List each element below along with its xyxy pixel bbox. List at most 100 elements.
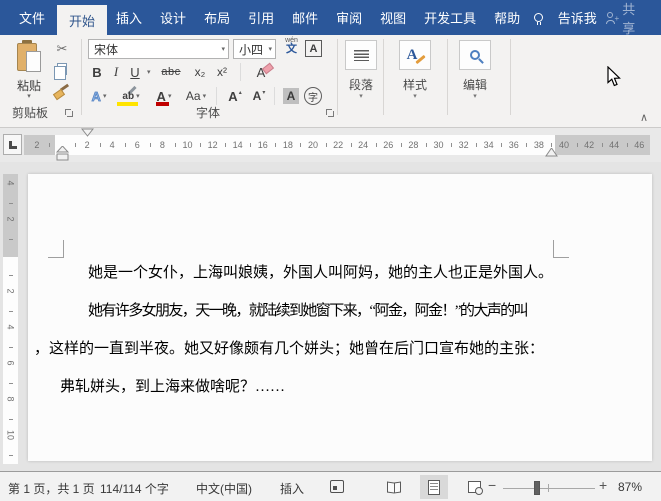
- share-button[interactable]: + 共享: [605, 0, 661, 36]
- document-text-line: 弗轧姘头，到上海来做啥呢？……: [60, 379, 286, 395]
- tab-view[interactable]: 视图: [371, 0, 415, 35]
- tab-references[interactable]: 引用: [239, 0, 283, 35]
- ruler-tick: [400, 143, 402, 147]
- paragraph-lines-icon: [353, 49, 369, 61]
- chevron-down-icon: ▾: [167, 93, 172, 100]
- ruler-number: 10: [182, 140, 193, 150]
- tab-review[interactable]: 审阅: [327, 0, 371, 35]
- zoom-level[interactable]: 87%: [618, 480, 642, 494]
- zoom-out-button[interactable]: −: [488, 477, 496, 493]
- phonetic-hanzi: 文: [286, 43, 297, 55]
- page-number-status[interactable]: 第 1 页，共 1 页: [8, 480, 95, 497]
- editing-button[interactable]: [459, 40, 491, 70]
- phonetic-guide-button[interactable]: wén 文: [281, 37, 302, 61]
- ruler-tick: [9, 383, 13, 384]
- status-bar: 第 1 页，共 1 页 114/114 个字 中文(中国) 插入 − + 87%: [0, 471, 661, 501]
- paragraph-dropdown-arrow[interactable]: ▾: [333, 92, 389, 100]
- tab-help[interactable]: 帮助: [485, 0, 529, 35]
- ruler-tick: [49, 143, 51, 147]
- editing-dropdown-arrow[interactable]: ▾: [447, 92, 503, 100]
- character-shading-button[interactable]: A: [282, 86, 300, 106]
- ruler-number: 18: [282, 140, 293, 150]
- subscript-button[interactable]: x₂: [190, 62, 210, 82]
- paragraph-button[interactable]: [345, 40, 377, 70]
- ruler-tick: [124, 143, 126, 147]
- styles-dropdown-arrow[interactable]: ▾: [387, 92, 443, 100]
- text-highlight-button[interactable]: ab ▾: [114, 85, 148, 106]
- collapse-ribbon-button[interactable]: ∧: [634, 111, 654, 124]
- zoom-slider-track[interactable]: [503, 488, 595, 489]
- zoom-slider-center-notch: [548, 484, 549, 492]
- ruler-tick: [74, 143, 76, 147]
- paste-dropdown-arrow[interactable]: ▾: [6, 92, 52, 100]
- shrink-font-button[interactable]: A ▾: [248, 86, 270, 106]
- cut-button[interactable]: ✂: [52, 40, 72, 58]
- underline-button[interactable]: U: [126, 62, 144, 82]
- copy-button[interactable]: [52, 60, 72, 80]
- font-dialog-launcher[interactable]: [325, 108, 335, 118]
- ruler-number: 30: [433, 140, 444, 150]
- ruler-number: 16: [257, 140, 268, 150]
- clipboard-dialog-launcher[interactable]: [64, 108, 74, 118]
- tab-stop-selector[interactable]: [3, 134, 22, 155]
- ruler-tick: [375, 143, 377, 147]
- tab-insert[interactable]: 插入: [107, 0, 151, 35]
- font-size-combo[interactable]: 小四 ▾: [233, 39, 276, 59]
- ruler-number: 40: [558, 140, 569, 150]
- underline-dropdown-arrow[interactable]: ▾: [147, 68, 151, 76]
- print-layout-button[interactable]: [420, 475, 448, 499]
- ruler-tick: [200, 143, 202, 147]
- italic-button[interactable]: I: [108, 62, 124, 82]
- clear-formatting-button[interactable]: A: [250, 62, 280, 82]
- lightbulb-icon: [529, 0, 549, 35]
- word-count-status[interactable]: 114/114 个字: [100, 480, 169, 497]
- text-effects-button[interactable]: A ▾: [87, 86, 111, 106]
- web-layout-button[interactable]: [460, 475, 488, 499]
- tab-home[interactable]: 开始: [57, 5, 108, 35]
- format-painter-button[interactable]: [52, 82, 72, 100]
- zoom-slider-thumb[interactable]: [534, 481, 540, 495]
- ruler-number: 26: [383, 140, 394, 150]
- left-indent-marker[interactable]: [56, 146, 69, 161]
- character-border-button[interactable]: A: [305, 40, 322, 57]
- ruler-row: 2 2 4 6 8 10 12 14 16 18 20 22 24 26 28 30 32 34 36 38 40 42 4…: [0, 128, 661, 162]
- insert-mode-status[interactable]: 插入: [280, 480, 304, 497]
- strikethrough-button[interactable]: abc: [156, 62, 186, 82]
- change-case-button[interactable]: Aa ▾: [180, 86, 212, 106]
- tab-design[interactable]: 设计: [151, 0, 195, 35]
- superscript-button[interactable]: x²: [212, 62, 232, 82]
- ruler-number: 24: [358, 140, 369, 150]
- ruler-number: 2: [5, 216, 16, 222]
- ruler-number: 6: [134, 140, 140, 150]
- bold-button[interactable]: B: [88, 62, 106, 82]
- ruler-tick: [451, 143, 453, 147]
- font-color-button[interactable]: A ▾: [152, 86, 176, 106]
- document-page[interactable]: 她是一个女仆，上海叫娘姨，外国人叫阿妈，她的主人也正是外国人。 她有许多女朋友，…: [28, 174, 652, 461]
- ruler-number: 8: [5, 396, 16, 402]
- ruler-number: 44: [609, 140, 620, 150]
- ruler-number: 4: [109, 140, 115, 150]
- font-name-combo[interactable]: 宋体 ▾: [88, 39, 229, 59]
- grow-font-button[interactable]: A ▴: [224, 86, 246, 106]
- page-icon: [428, 479, 440, 495]
- zoom-in-button[interactable]: +: [599, 477, 607, 493]
- tell-me-button[interactable]: 告诉我: [549, 0, 606, 35]
- tab-developer[interactable]: 开发工具: [415, 0, 485, 35]
- divider: [216, 87, 217, 105]
- ruler-number: 36: [508, 140, 519, 150]
- read-mode-button[interactable]: [380, 475, 408, 499]
- tab-layout[interactable]: 布局: [195, 0, 239, 35]
- paste-button[interactable]: 粘贴 ▾: [6, 39, 52, 109]
- share-label: 共享: [622, 1, 636, 36]
- ruler-tick: [9, 275, 13, 276]
- macro-recording-icon[interactable]: [330, 480, 344, 493]
- tab-mailings[interactable]: 邮件: [283, 0, 327, 35]
- tab-file[interactable]: 文件: [7, 0, 57, 35]
- chevron-down-icon: ▾: [202, 93, 207, 100]
- language-status[interactable]: 中文(中国): [196, 480, 252, 497]
- enclose-characters-button[interactable]: 字: [302, 86, 324, 106]
- clipboard-icon: [16, 40, 42, 74]
- font-group-label: 字体: [195, 106, 220, 120]
- horizontal-ruler: 2 2 4 6 8 10 12 14 16 18 20 22 24 26 28 30 32 34 36 38 40 42 4…: [24, 128, 650, 161]
- styles-button[interactable]: A: [399, 40, 431, 70]
